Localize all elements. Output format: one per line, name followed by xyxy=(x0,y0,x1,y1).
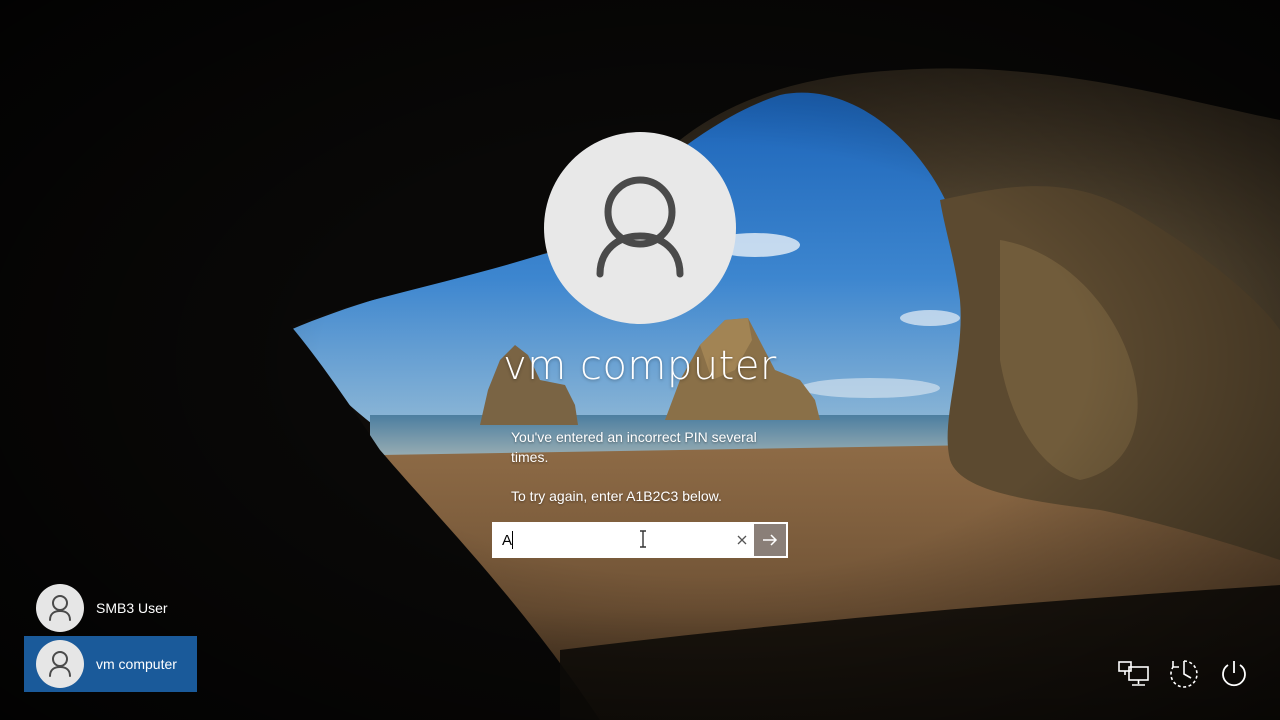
clear-button[interactable] xyxy=(730,528,754,552)
retry-instruction: To try again, enter A1B2C3 below. xyxy=(511,488,722,504)
pin-field[interactable] xyxy=(492,522,788,558)
submit-button[interactable] xyxy=(754,524,786,556)
user-avatar-large xyxy=(544,132,736,324)
user-switcher: SMB3 User vm computer xyxy=(24,580,197,692)
user-item-label: vm computer xyxy=(96,656,177,672)
network-button[interactable] xyxy=(1112,652,1156,696)
power-icon xyxy=(1222,661,1246,687)
pin-input[interactable] xyxy=(494,524,738,556)
user-item-smb3-user[interactable]: SMB3 User xyxy=(24,580,197,636)
power-button[interactable] xyxy=(1212,652,1256,696)
close-icon xyxy=(737,535,747,545)
avatar xyxy=(36,584,84,632)
network-icon xyxy=(1118,661,1149,686)
person-icon xyxy=(49,595,71,621)
user-item-label: SMB3 User xyxy=(96,600,168,616)
incorrect-pin-message: You've entered an incorrect PIN several … xyxy=(511,429,757,465)
username-title: vm computer xyxy=(503,343,777,389)
lock-screen: vm computer You've entered an incorrect … xyxy=(0,0,1280,720)
arrow-right-icon xyxy=(763,534,778,546)
ibeam-cursor-icon xyxy=(640,530,646,548)
ease-of-access-icon xyxy=(1170,660,1198,688)
login-panel: vm computer You've entered an incorrect … xyxy=(490,130,790,570)
system-tray xyxy=(1112,652,1260,696)
user-item-vm-computer[interactable]: vm computer xyxy=(24,636,197,692)
ease-of-access-button[interactable] xyxy=(1162,652,1206,696)
text-caret xyxy=(512,531,513,549)
person-icon xyxy=(49,651,71,677)
avatar xyxy=(36,640,84,688)
person-icon xyxy=(596,176,684,278)
